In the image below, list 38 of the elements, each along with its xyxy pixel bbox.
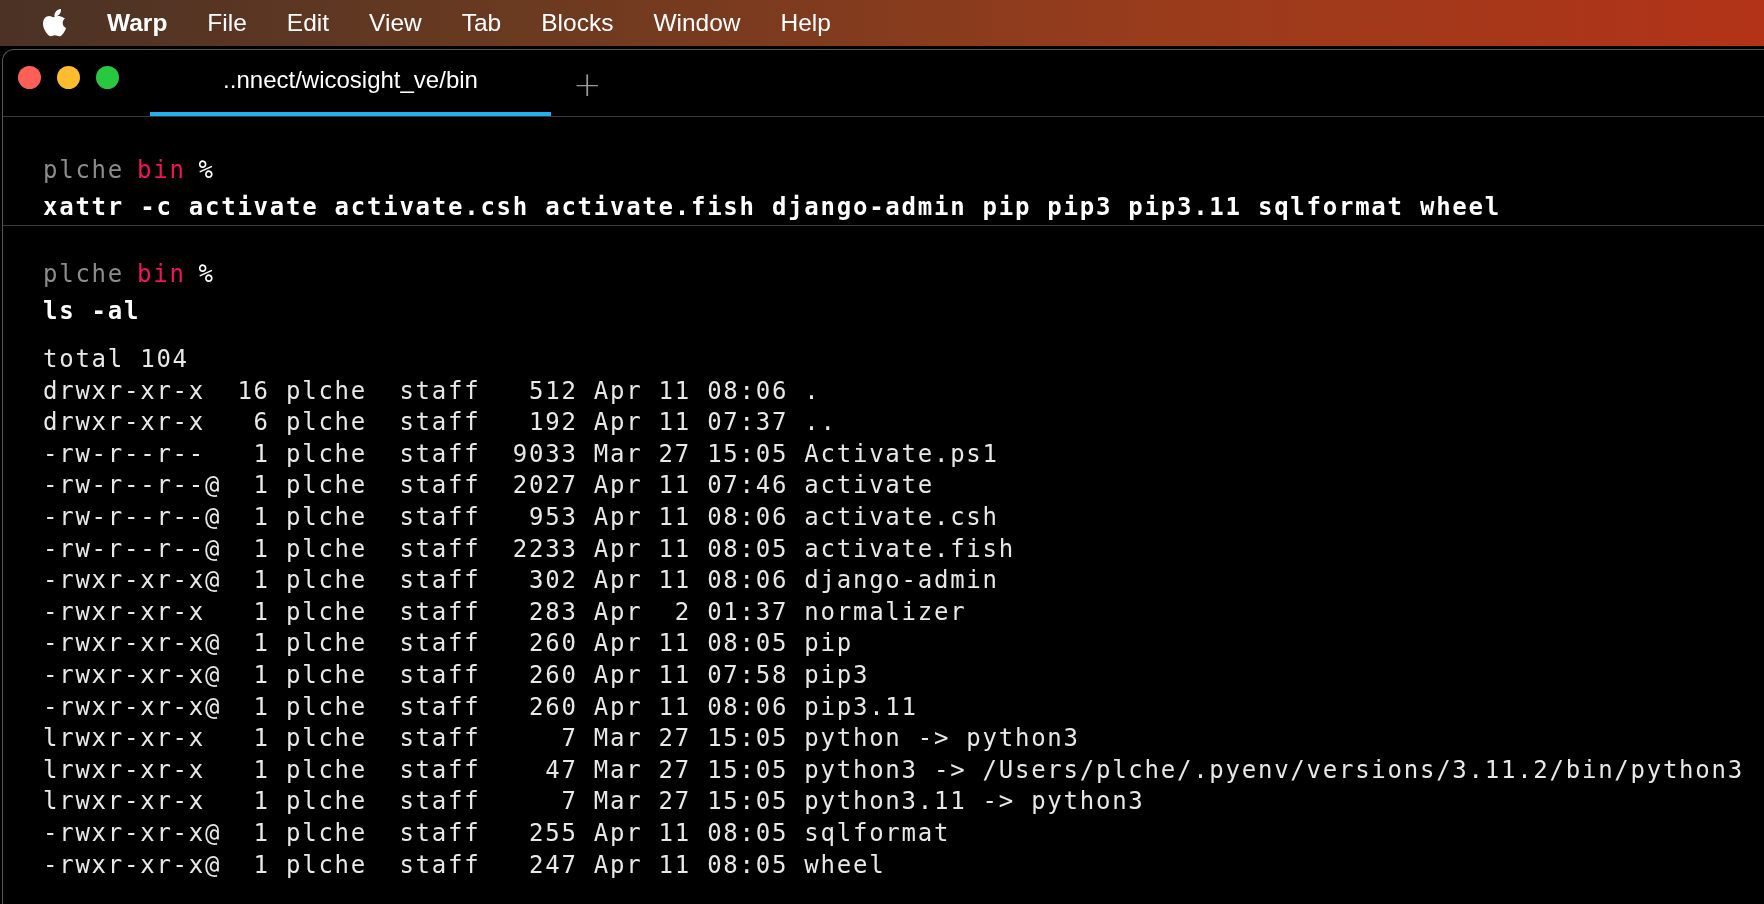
menu-item[interactable]: Edit bbox=[266, 9, 350, 37]
terminal-tab[interactable]: ..nnect/wicosight_ve/bin bbox=[150, 50, 551, 116]
output-line: -rw-r--r--@ 1 plche staff 953 Apr 11 08:06 activate.csh bbox=[43, 501, 999, 533]
output-line: -rwxr-xr-x@ 1 plche staff 260 Apr 11 07:58 pip3 bbox=[43, 659, 870, 691]
output-line: drwxr-xr-x 6 plche staff 192 Apr 11 07:37 .. bbox=[43, 407, 837, 439]
menu-item[interactable]: View bbox=[349, 9, 442, 37]
output-line: drwxr-xr-x 16 plche staff 512 Apr 11 08:06 . bbox=[43, 375, 821, 407]
output-line: -rwxr-xr-x@ 1 plche staff 302 Apr 11 08:06 django-admin bbox=[43, 565, 999, 597]
menu-item[interactable]: File bbox=[187, 9, 267, 37]
output-line: lrwxr-xr-x 1 plche staff 7 Mar 27 15:05 python3.11 -> python3 bbox=[43, 786, 1145, 818]
prompt-symbol: % bbox=[198, 155, 215, 186]
output-line: lrwxr-xr-x 1 plche staff 47 Mar 27 15:05 python3 -> /Users/plche/.pyenv/versions/3.11.2/bin/python3 bbox=[43, 754, 1744, 786]
command-text: xattr -c activate activate.csh activate.fish django-admin pip pip3 pip3.11 sqlformat wheel bbox=[43, 193, 1501, 221]
prompt-directory: bin bbox=[137, 155, 186, 186]
prompt-user: plche bbox=[43, 155, 124, 186]
command-text: ls -al bbox=[43, 297, 141, 325]
menu-item[interactable]: Window bbox=[633, 9, 761, 37]
output-line: -rwxr-xr-x@ 1 plche staff 260 Apr 11 08:05 pip bbox=[43, 628, 853, 660]
menu-item[interactable]: Blocks bbox=[521, 9, 634, 37]
menu-item[interactable]: Help bbox=[760, 9, 851, 37]
minimize-window-icon[interactable] bbox=[57, 66, 80, 89]
maximize-window-icon[interactable] bbox=[96, 66, 119, 89]
output-line: lrwxr-xr-x 1 plche staff 7 Mar 27 15:05 python -> python3 bbox=[43, 723, 1080, 755]
output-line: -rwxr-xr-x 1 plche staff 283 Apr 2 01:37 normalizer bbox=[43, 596, 967, 628]
output-line: total 104 bbox=[43, 344, 189, 375]
close-window-icon[interactable] bbox=[18, 66, 41, 89]
output-line: -rw-r--r--@ 1 plche staff 2027 Apr 11 07:46 activate bbox=[43, 470, 934, 502]
output-line: -rwxr-xr-x@ 1 plche staff 247 Apr 11 08:05 wheel bbox=[43, 849, 886, 881]
output-line: -rw-r--r-- 1 plche staff 9033 Mar 27 15:05 Activate.ps1 bbox=[43, 438, 999, 470]
prompt-user: plche bbox=[43, 259, 124, 290]
menu-app-name[interactable]: Warp bbox=[107, 9, 188, 37]
prompt-directory: bin bbox=[137, 259, 186, 290]
output-line: -rwxr-xr-x@ 1 plche staff 255 Apr 11 08:05 sqlformat bbox=[43, 817, 951, 849]
output-line: -rwxr-xr-x@ 1 plche staff 260 Apr 11 08:06 pip3.11 bbox=[43, 691, 918, 723]
output-line: -rw-r--r--@ 1 plche staff 2233 Apr 11 08:05 activate.fish bbox=[43, 533, 1015, 565]
new-tab-button[interactable]: + bbox=[569, 64, 606, 104]
menu-item[interactable]: Tab bbox=[441, 9, 522, 37]
prompt-symbol: % bbox=[198, 259, 215, 290]
